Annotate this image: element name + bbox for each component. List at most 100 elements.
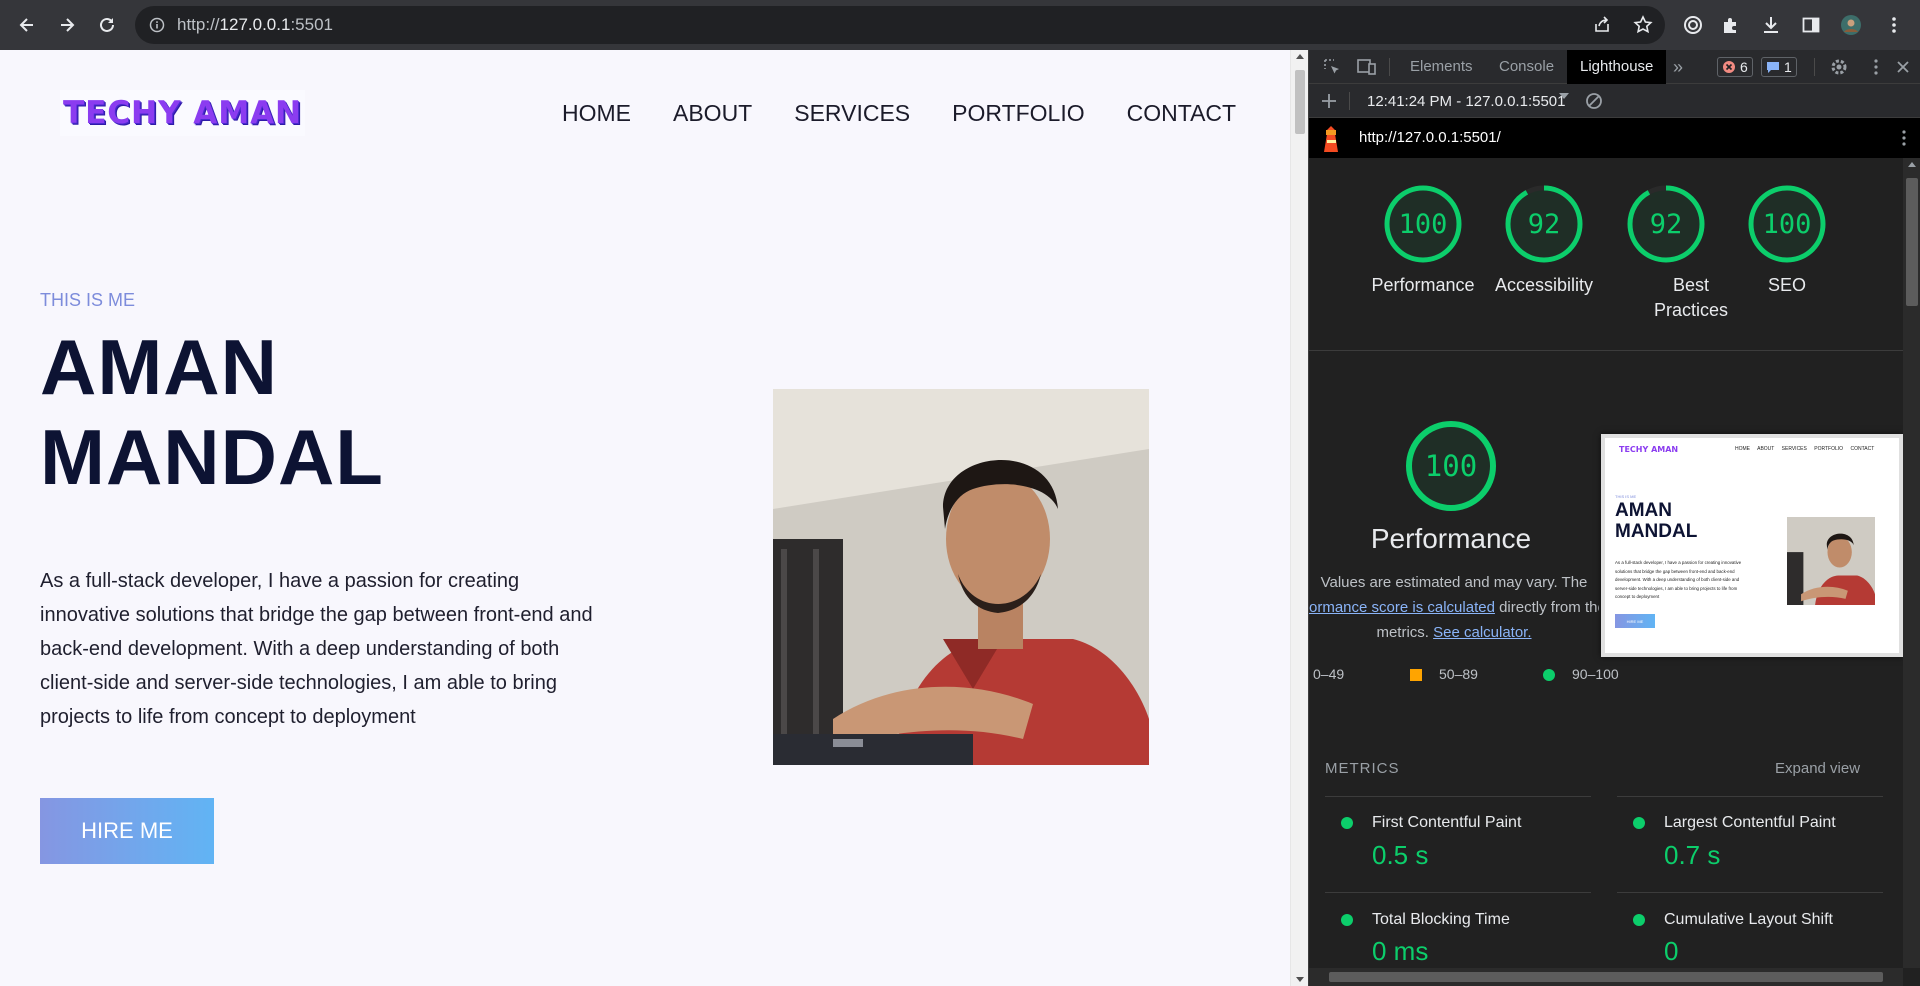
error-count: 6	[1740, 59, 1748, 75]
bookmark-star-icon[interactable]	[1629, 11, 1657, 39]
explanation-text: metrics.	[1376, 624, 1429, 641]
browser-toolbar: http://127.0.0.1:5501	[0, 0, 1920, 50]
report-menu-icon[interactable]	[1895, 129, 1913, 147]
metric-value: 0.5 s	[1372, 840, 1429, 870]
devtools-panel: Elements Console Lighthouse » 6 1 12:41:…	[1308, 50, 1920, 986]
download-icon[interactable]	[1757, 11, 1785, 39]
error-icon	[1723, 61, 1735, 73]
nav-about[interactable]: ABOUT	[673, 100, 752, 127]
seo-gauge[interactable]: 100	[1747, 184, 1827, 264]
toolbar-divider	[1814, 58, 1815, 76]
report-horizontal-scrollbar[interactable]	[1309, 968, 1903, 986]
profile-photo	[773, 389, 1149, 765]
scroll-up-arrow[interactable]	[1296, 54, 1304, 59]
thumb-eyebrow: THIS IS ME	[1615, 494, 1637, 499]
legend-fail: 0–49	[1313, 666, 1345, 682]
report-scrollbar[interactable]	[1903, 158, 1920, 968]
metric-value: 0	[1664, 936, 1679, 966]
message-badge[interactable]: 1	[1761, 57, 1797, 77]
expand-view-toggle[interactable]: Expand view	[1775, 760, 1860, 777]
thumb-nav-item: SERVICES	[1781, 446, 1807, 452]
pass-circle-icon	[1633, 817, 1645, 829]
pass-circle-icon	[1341, 914, 1353, 926]
extensions-puzzle-icon[interactable]	[1717, 11, 1745, 39]
extension-target-icon[interactable]	[1679, 11, 1707, 39]
hire-me-button[interactable]: HIRE ME	[40, 798, 214, 864]
thumb-description: As a full-stack developer, I have a pass…	[1615, 560, 1742, 599]
report-horizontal-thumb[interactable]	[1329, 972, 1883, 982]
tab-console[interactable]: Console	[1499, 50, 1554, 84]
thumb-nav-item: ABOUT	[1757, 446, 1775, 452]
thumb-logo: TECHY AMAN	[1619, 445, 1679, 454]
page-viewport: TECHY AMAN HOME ABOUT SERVICES PORTFOLIO…	[0, 50, 1308, 986]
nav-portfolio[interactable]: PORTFOLIO	[952, 100, 1085, 127]
settings-gear-icon[interactable]	[1830, 58, 1848, 76]
nav-home[interactable]: HOME	[562, 100, 631, 127]
metric-divider	[1617, 796, 1883, 797]
best-practices-gauge[interactable]: 92	[1626, 184, 1706, 264]
thumb-name-line2: MANDAL	[1615, 521, 1698, 542]
page-scrollbar[interactable]	[1290, 50, 1308, 986]
site-logo[interactable]: TECHY AMAN	[60, 90, 305, 136]
seo-score: 100	[1762, 208, 1812, 240]
more-tabs-icon[interactable]: »	[1673, 50, 1683, 84]
share-icon[interactable]	[1588, 11, 1616, 39]
metric-divider	[1617, 892, 1883, 893]
section-divider	[1309, 350, 1903, 351]
device-toolbar-icon[interactable]	[1357, 58, 1377, 76]
legend-pass: 90–100	[1572, 666, 1619, 682]
back-icon[interactable]	[13, 11, 41, 39]
site-info-icon[interactable]	[149, 17, 165, 33]
url-text[interactable]: http://127.0.0.1:5501	[177, 15, 333, 35]
logo-text: TECHY AMAN	[62, 95, 303, 131]
main-performance-gauge: 100	[1405, 420, 1497, 512]
accessibility-gauge[interactable]: 92	[1504, 184, 1584, 264]
new-report-plus-icon[interactable]	[1321, 93, 1337, 109]
report-dropdown-icon[interactable]	[1559, 93, 1569, 99]
hero-name-line1: AMAN	[40, 323, 278, 411]
report-url-bar: http://127.0.0.1:5501/	[1309, 118, 1920, 158]
report-url[interactable]: http://127.0.0.1:5501/	[1359, 129, 1501, 146]
scroll-down-arrow[interactable]	[1296, 977, 1304, 982]
error-badge[interactable]: 6	[1717, 57, 1753, 77]
profile-avatar[interactable]	[1837, 11, 1865, 39]
metric-value: 0 ms	[1372, 936, 1429, 966]
address-bar[interactable]: http://127.0.0.1:5501	[135, 6, 1665, 44]
hero-description: As a full-stack developer, I have a pass…	[40, 570, 593, 728]
metric-name: Largest Contentful Paint	[1664, 814, 1836, 831]
browser-menu-icon[interactable]	[1880, 11, 1908, 39]
main-performance-title: Performance	[1370, 523, 1532, 554]
nav-contact[interactable]: CONTACT	[1127, 100, 1236, 127]
forward-icon[interactable]	[53, 11, 81, 39]
explanation-line: Values are estimated and may vary. The	[1320, 574, 1588, 591]
best-practices-score: 92	[1649, 208, 1683, 240]
lighthouse-report: 100 Performance 92 Accessibility 92 Best…	[1309, 158, 1920, 986]
hero-name-line2: MANDAL	[40, 413, 384, 501]
performance-gauge[interactable]: 100	[1383, 184, 1463, 264]
score-calculation-link[interactable]: ormance score is calculated	[1309, 599, 1495, 616]
toolbar-divider	[1349, 92, 1350, 110]
side-panel-icon[interactable]	[1797, 11, 1825, 39]
clear-reports-icon[interactable]	[1585, 92, 1603, 110]
nav-services[interactable]: SERVICES	[794, 100, 910, 127]
scroll-up-arrow[interactable]	[1908, 162, 1916, 167]
tab-elements[interactable]: Elements	[1410, 50, 1473, 84]
see-calculator-link[interactable]: See calculator.	[1433, 624, 1531, 641]
report-selector[interactable]: 12:41:24 PM - 127.0.0.1:5501	[1367, 93, 1565, 110]
reload-icon[interactable]	[93, 11, 121, 39]
legend-pass-circle-icon	[1543, 669, 1555, 681]
thumb-nav: HOME ABOUT SERVICES PORTFOLIO CONTACT	[1735, 446, 1874, 452]
thumb-name: AMAN MANDAL	[1615, 500, 1697, 542]
inspect-element-icon[interactable]	[1323, 58, 1341, 76]
close-devtools-icon[interactable]	[1895, 59, 1911, 75]
devtools-menu-icon[interactable]	[1867, 58, 1885, 76]
tab-lighthouse[interactable]: Lighthouse	[1567, 50, 1667, 84]
thumb-nav-item: PORTFOLIO	[1814, 446, 1844, 452]
metric-value: 0.7 s	[1664, 840, 1721, 870]
page-screenshot-thumbnail[interactable]: TECHY AMAN HOME ABOUT SERVICES PORTFOLIO…	[1601, 434, 1903, 657]
report-scroll-thumb[interactable]	[1906, 178, 1918, 306]
url-port: :5501	[290, 15, 333, 34]
page-scroll-thumb[interactable]	[1295, 70, 1305, 134]
explanation-text: directly from the	[1499, 599, 1599, 616]
main-performance-score: 100	[1424, 449, 1478, 483]
